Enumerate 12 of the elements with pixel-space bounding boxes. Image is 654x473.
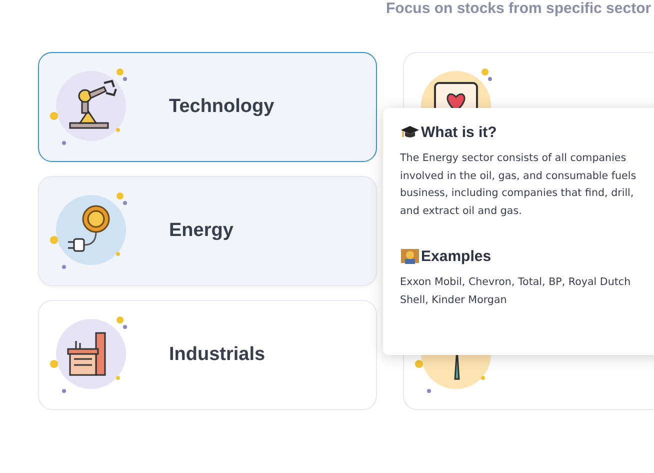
- tooltip-heading: What is it?: [421, 124, 497, 140]
- tooltip-text: The Energy sector consists of all companies involved in the oil, gas, and consumable fuels business, including companies that find, drill, and extract oil and gas.: [400, 151, 638, 218]
- subtitle: Focus on stocks from specific sector: [386, 0, 652, 17]
- tooltip-heading: Examples: [421, 248, 492, 264]
- sector-label: Energy: [169, 220, 234, 242]
- sector-card[interactable]: Energy: [38, 176, 377, 286]
- sector-card[interactable]: Industrials: [38, 300, 377, 410]
- sector-label: Technology: [169, 96, 274, 118]
- tooltip-text: Exxon Mobil, Chevron, Total, BP, Royal Dutch Shell, Kinder Morgan: [400, 275, 632, 308]
- sector-label: Industrials: [169, 344, 266, 366]
- teacher-icon: [400, 246, 420, 266]
- sector-card[interactable]: Technology: [38, 52, 377, 162]
